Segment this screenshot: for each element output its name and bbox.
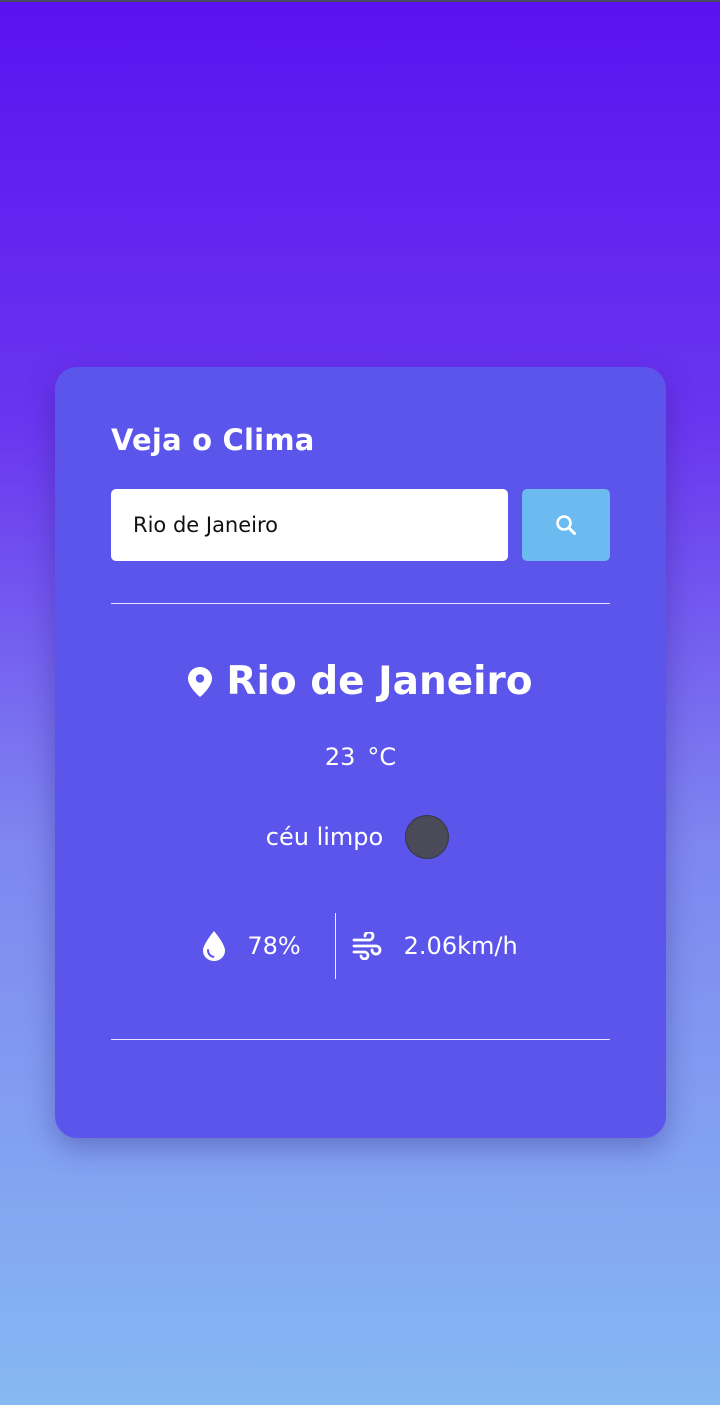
temperature-unit: °C [367,743,397,771]
search-form [111,489,610,561]
map-pin-icon [188,666,213,697]
temperature-value: 23 [324,743,356,771]
city-search-input[interactable] [111,489,508,561]
divider-top [111,603,610,604]
weather-details: 78% 2.06km/h [55,913,666,979]
temperature: 23 °C [55,743,666,771]
city-name: Rio de Janeiro [226,659,533,704]
city-heading: Rio de Janeiro [55,659,666,704]
weather-description-row: céu limpo [55,815,666,859]
humidity-detail: 78% [203,913,334,979]
weather-description: céu limpo [265,823,384,851]
wind-icon [352,932,382,960]
top-border [0,0,720,2]
search-button[interactable] [522,489,610,561]
droplet-icon [203,931,226,961]
weather-icon [405,815,450,859]
search-icon [554,513,578,537]
page-title: Veja o Clima [111,423,315,457]
wind-value: 2.06km/h [403,932,518,960]
humidity-value: 78% [247,932,301,960]
wind-detail: 2.06km/h [334,913,518,979]
weather-card: Veja o Clima Rio de Janeiro 23 °C céu lim… [55,367,666,1138]
divider-bottom [111,1039,610,1040]
